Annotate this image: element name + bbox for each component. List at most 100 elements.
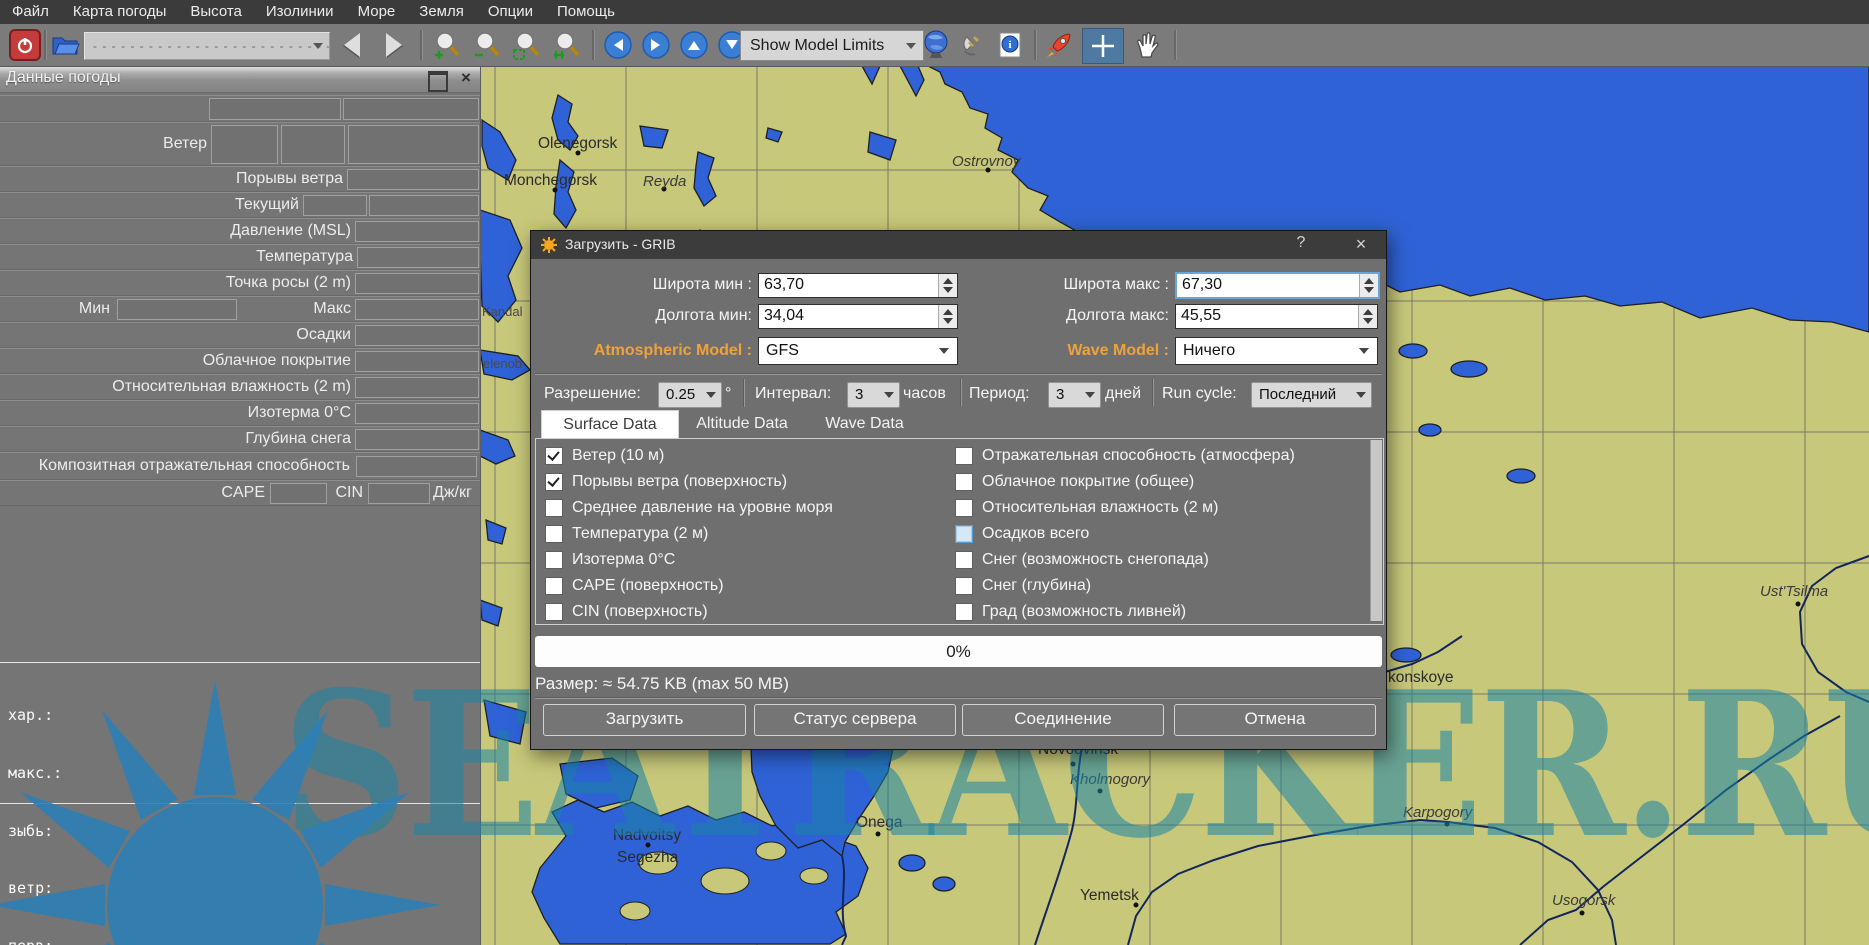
value-box (355, 403, 479, 424)
exit-button[interactable] (8, 28, 42, 62)
panel-close-icon[interactable]: × (458, 71, 474, 86)
pan-left-button[interactable] (600, 28, 636, 62)
menu-bar: Файл Карта погоды Высота Изолинии Море З… (0, 0, 1869, 24)
footer-line: зыбь: (8, 822, 107, 841)
checkbox-icon[interactable] (955, 551, 973, 569)
connection-button[interactable]: Соединение (962, 704, 1164, 736)
checkbox-row[interactable]: CIN (поверхность) (545, 601, 708, 623)
tab-altitude-data[interactable]: Altitude Data (683, 410, 801, 438)
menu-earth[interactable]: Земля (407, 0, 476, 24)
tab-surface-data[interactable]: Surface Data (541, 410, 679, 439)
menu-altitude[interactable]: Высота (178, 0, 254, 24)
checkbox-icon[interactable] (545, 473, 563, 491)
checkbox-icon[interactable] (545, 577, 563, 595)
download-button[interactable]: Загрузить (543, 704, 746, 736)
checkbox-row[interactable]: Отражательная способность (атмосфера) (955, 445, 1295, 467)
interval-combobox[interactable]: 3 (847, 382, 900, 408)
checkbox-row[interactable]: Порывы ветра (поверхность) (545, 471, 787, 493)
menu-help[interactable]: Помощь (545, 0, 627, 24)
crosshair-tool-button[interactable] (1082, 28, 1124, 64)
atmospheric-model-combobox[interactable]: GFS (758, 337, 958, 365)
spin-arrows-icon[interactable] (1358, 305, 1377, 328)
isotherm-label: Изотерма 0°C (0, 404, 351, 422)
checkbox-icon[interactable] (545, 447, 563, 465)
checkbox-row[interactable]: Изотерма 0°C (545, 549, 675, 571)
checkbox-row[interactable]: Снег (глубина) (955, 575, 1091, 597)
checkbox-row[interactable]: Температура (2 м) (545, 523, 708, 545)
wave-model-label: Wave Model : (948, 342, 1169, 360)
grib-info-button[interactable]: i (992, 28, 1028, 62)
checkbox-row[interactable]: Среднее давление на уровне моря (545, 497, 833, 519)
menu-weather-map[interactable]: Карта погоды (61, 0, 178, 24)
scrollbar[interactable] (1370, 440, 1382, 621)
zoom-fit-button[interactable] (548, 28, 586, 62)
zoom-out-button[interactable] (468, 28, 506, 62)
wave-model-combobox[interactable]: Ничего (1175, 337, 1378, 365)
dialog-close-button[interactable]: × (1349, 234, 1373, 255)
next-button[interactable] (376, 28, 412, 62)
pan-tool-button[interactable] (1128, 28, 1166, 62)
checkbox-row[interactable]: Относительная влажность (2 м) (955, 497, 1218, 519)
lat-min-spinbox[interactable]: 63,70 (758, 273, 958, 298)
zoom-area-icon (512, 30, 542, 60)
weather-panel-titlebar[interactable]: Данные погоды × (0, 66, 480, 93)
checkbox-icon[interactable] (545, 525, 563, 543)
zoom-area-button[interactable] (508, 28, 546, 62)
model-limits-combobox[interactable]: Show Model Limits (740, 30, 924, 61)
server-status-button[interactable]: Статус сервера (754, 704, 956, 736)
connection-button[interactable] (955, 28, 991, 62)
dialog-help-button[interactable]: ? (1289, 234, 1313, 252)
checkbox-row[interactable]: Осадков всего (955, 523, 1089, 545)
lon-min-spinbox[interactable]: 34,04 (758, 304, 958, 329)
value-box (355, 299, 479, 320)
grib-file-combobox[interactable]: - - - - - - - - - - - - - - - - - - - - … (84, 32, 330, 60)
checkbox-icon[interactable] (955, 525, 973, 543)
previous-button[interactable] (334, 28, 370, 62)
dialog-titlebar[interactable]: Загрузить - GRIB ? × (531, 231, 1386, 259)
reflectivity-label: Композитная отражательная способность (0, 457, 350, 475)
menu-options[interactable]: Опции (476, 0, 545, 24)
min-label: Мин (0, 300, 110, 318)
globe-button[interactable] (918, 28, 954, 62)
arrow-left-icon (344, 33, 360, 57)
lon-max-spinbox[interactable]: 45,55 (1175, 304, 1378, 329)
menu-isolines[interactable]: Изолинии (254, 0, 346, 24)
pan-right-button[interactable] (638, 28, 674, 62)
resolution-combobox[interactable]: 0.25 (658, 382, 722, 408)
panel-float-icon[interactable] (428, 71, 448, 92)
checkbox-icon[interactable] (545, 551, 563, 569)
menu-file[interactable]: Файл (0, 0, 61, 24)
rocket-button[interactable] (1040, 28, 1078, 62)
circle-arrow-left-icon (604, 31, 632, 59)
checkbox-row[interactable]: CAPE (поверхность) (545, 575, 724, 597)
period-combobox[interactable]: 3 (1048, 382, 1101, 408)
cancel-button[interactable]: Отмена (1174, 704, 1376, 736)
lat-max-spinbox[interactable]: 67,30 (1175, 272, 1380, 299)
lat-max-label: Широта макс : (948, 276, 1169, 294)
pan-up-button[interactable] (676, 28, 712, 62)
zoom-in-button[interactable] (428, 28, 466, 62)
checkbox-icon[interactable] (545, 499, 563, 517)
map-label-reyda: Reyda (643, 173, 686, 190)
checkbox-label: Температура (2 м) (572, 525, 708, 543)
value-box (355, 429, 479, 450)
checkbox-icon[interactable] (955, 473, 973, 491)
panel-row-datetime (0, 95, 480, 122)
tab-wave-data[interactable]: Wave Data (813, 410, 916, 438)
panel-row-precipitation: Осадки (0, 322, 480, 348)
checkbox-row[interactable]: Град (возможность ливней) (955, 601, 1186, 623)
menu-sea[interactable]: Море (346, 0, 408, 24)
spin-arrows-icon[interactable] (1359, 274, 1378, 297)
checkbox-icon[interactable] (955, 447, 973, 465)
checkbox-icon[interactable] (955, 577, 973, 595)
map-label-usogorsk: Usogorsk (1552, 892, 1617, 909)
checkbox-icon[interactable] (955, 499, 973, 517)
run-cycle-combobox[interactable]: Последний (1251, 382, 1372, 408)
checkbox-row[interactable]: Ветер (10 м) (545, 445, 664, 467)
checkbox-icon[interactable] (955, 603, 973, 621)
checkbox-row[interactable]: Облачное покрытие (общее) (955, 471, 1194, 493)
open-file-button[interactable] (48, 28, 82, 62)
checkbox-row[interactable]: Снег (возможность снегопада) (955, 549, 1209, 571)
checkbox-icon[interactable] (545, 603, 563, 621)
panel-row-cape-cin: CAPE CIN Дж/кг (0, 480, 480, 506)
